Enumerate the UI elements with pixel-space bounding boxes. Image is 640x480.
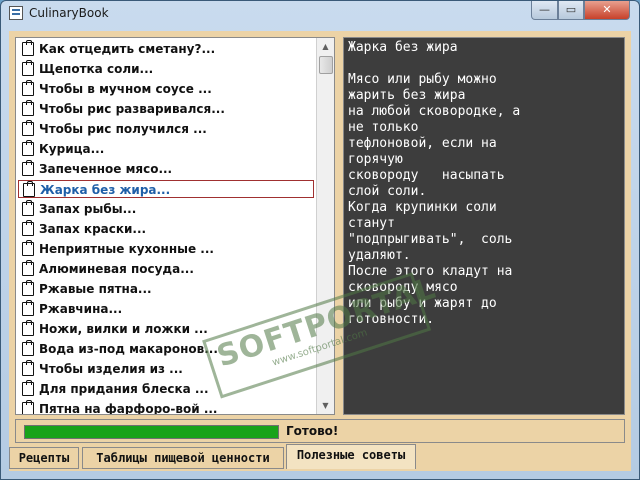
tip-text-line: "подпрыгивать", соль	[348, 232, 513, 247]
list-item-label: Запах краски...	[39, 222, 147, 236]
list-item[interactable]: Чтобы в мучном соусе ...	[18, 80, 314, 98]
clipboard-icon	[22, 100, 34, 116]
list-item-label: Чтобы рис разваривался...	[39, 102, 225, 116]
list-item[interactable]: Алюминевая посуда...	[18, 260, 314, 278]
tip-text-line: станут	[348, 216, 395, 231]
clipboard-icon	[22, 80, 34, 96]
window-title: CulinaryBook	[29, 6, 109, 20]
tip-text-line: готовности.	[348, 312, 435, 327]
minimize-button[interactable]: —	[531, 1, 558, 20]
tip-content: Жарка без жира Мясо или рыбу можно жарить…	[343, 37, 625, 415]
list-item[interactable]: Неприятные кухонные ...	[18, 240, 314, 258]
clipboard-icon	[22, 160, 34, 176]
list-item-label: Неприятные кухонные ...	[39, 242, 214, 256]
clipboard-icon	[23, 181, 35, 197]
clipboard-icon	[22, 320, 34, 336]
list-item[interactable]: Курица...	[18, 140, 314, 158]
app-icon	[9, 6, 23, 20]
tip-text-line: горячую	[348, 152, 403, 167]
list-item-label: Вода из-под макаронов...	[39, 342, 218, 356]
clipboard-icon	[22, 140, 34, 156]
list-item[interactable]: Ржавчина...	[18, 300, 314, 318]
list-item-label: Ржавчина...	[39, 302, 123, 316]
list-item-label: Жарка без жира...	[40, 183, 171, 197]
list-item[interactable]: Чтобы рис получился ...	[18, 120, 314, 138]
status-text: Готово!	[286, 424, 339, 438]
list-item[interactable]: Запеченное мясо...	[18, 160, 314, 178]
tip-text-line: не только	[348, 120, 419, 135]
list-item[interactable]: Как отцедить сметану?...	[18, 40, 314, 58]
scroll-thumb[interactable]	[319, 56, 333, 74]
list-item-label: Чтобы в мучном соусе ...	[39, 82, 212, 96]
list-item-label: Для придания блеска ...	[39, 382, 209, 396]
clipboard-icon	[22, 220, 34, 236]
scroll-up-icon[interactable]: ▲	[317, 38, 334, 55]
clipboard-icon	[22, 60, 34, 76]
tip-text-line: удаляют.	[348, 248, 411, 263]
status-bar: Готово!	[15, 419, 625, 443]
clipboard-icon	[22, 300, 34, 316]
clipboard-icon	[22, 240, 34, 256]
tip-text-line: на любой сковородке, а	[348, 104, 521, 119]
tip-text-line: сковороду мясо	[348, 280, 458, 295]
tab-useful-tips[interactable]: Полезные советы	[286, 444, 416, 469]
list-item-label: Запах рыбы...	[39, 202, 137, 216]
list-item-label: Ржавые пятна...	[39, 282, 152, 296]
list-item[interactable]: Вода из-под макаронов...	[18, 340, 314, 358]
tips-list[interactable]: Как отцедить сметану?... Щепотка соли... Ч…	[15, 37, 335, 415]
clipboard-icon	[22, 120, 34, 136]
list-item[interactable]: Для придания блеска ...	[18, 380, 314, 398]
list-item-label: Щепотка соли...	[39, 62, 154, 76]
list-item[interactable]: Жарка без жира...	[18, 180, 314, 198]
clipboard-icon	[22, 360, 34, 376]
tip-text-line: жарить без жира	[348, 88, 466, 103]
list-item-label: Чтобы изделия из ...	[39, 362, 183, 376]
clipboard-icon	[22, 260, 34, 276]
tab-recipes[interactable]: Рецепты	[9, 447, 79, 469]
tip-text-line: тефлоновой, если на	[348, 136, 497, 151]
tip-text-line: или рыбу и жарят до	[348, 296, 497, 311]
tip-title: Жарка без жира	[348, 40, 458, 55]
list-item-label: Курица...	[39, 142, 105, 156]
tip-text-line: слой соли.	[348, 184, 427, 199]
tip-text-line: сковороду насыпать	[348, 168, 505, 183]
list-item-label: Как отцедить сметану?...	[39, 42, 216, 56]
close-button[interactable]: ✕	[584, 1, 630, 20]
client-area: Как отцедить сметану?... Щепотка соли... Ч…	[9, 31, 631, 471]
list-item[interactable]: Щепотка соли...	[18, 60, 314, 78]
list-item[interactable]: Ножи, вилки и ложки ...	[18, 320, 314, 338]
tab-nutrition-tables[interactable]: Таблицы пищевой ценности	[82, 447, 284, 469]
tip-text-line: После этого кладут на	[348, 264, 513, 279]
maximize-button[interactable]: ▭	[558, 1, 584, 20]
clipboard-icon	[22, 280, 34, 296]
clipboard-icon	[22, 400, 34, 414]
list-item[interactable]: Запах краски...	[18, 220, 314, 238]
list-item[interactable]: Пятна на фарфоро-вой ...	[18, 400, 314, 415]
list-item[interactable]: Чтобы изделия из ...	[18, 360, 314, 378]
list-item-label: Чтобы рис получился ...	[39, 122, 207, 136]
clipboard-icon	[22, 380, 34, 396]
app-window: CulinaryBook — ▭ ✕ Как отцедить сметану?…	[0, 0, 640, 480]
list-item-label: Алюминевая посуда...	[39, 262, 194, 276]
list-item-label: Ножи, вилки и ложки ...	[39, 322, 208, 336]
clipboard-icon	[22, 340, 34, 356]
scroll-down-icon[interactable]: ▼	[317, 397, 334, 414]
list-item-label: Запеченное мясо...	[39, 162, 173, 176]
list-item[interactable]: Чтобы рис разваривался...	[18, 100, 314, 118]
list-item[interactable]: Ржавые пятна...	[18, 280, 314, 298]
clipboard-icon	[22, 200, 34, 216]
list-item[interactable]: Запах рыбы...	[18, 200, 314, 218]
list-scrollbar[interactable]: ▲ ▼	[316, 38, 334, 414]
tip-text-line: Мясо или рыбу можно	[348, 72, 497, 87]
tip-text-line: Когда крупинки соли	[348, 200, 497, 215]
progress-bar	[24, 425, 279, 439]
list-item-label: Пятна на фарфоро-вой ...	[39, 402, 218, 415]
clipboard-icon	[22, 40, 34, 56]
title-bar[interactable]: CulinaryBook — ▭ ✕	[1, 1, 639, 25]
